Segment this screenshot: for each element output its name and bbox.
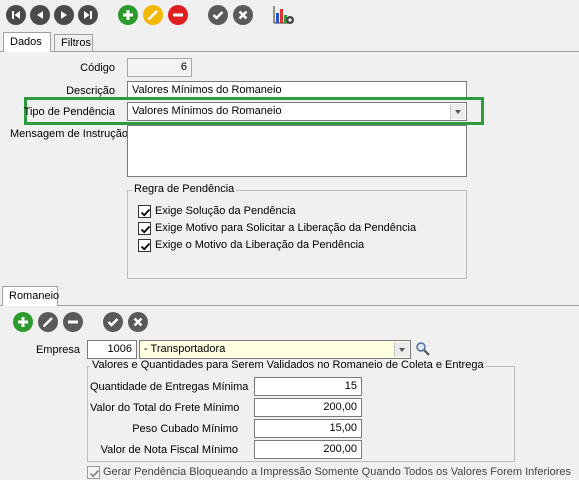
regra-checkbox-2-label: Exige Motivo para Solicitar a Liberação …	[155, 222, 417, 234]
tab-dados[interactable]: Dados	[3, 32, 51, 52]
first-icon	[12, 11, 20, 19]
regra-checkbox-2[interactable]	[138, 222, 151, 235]
confirm-icon	[107, 318, 119, 327]
gerar-checkbox-label: Gerar Pendência Bloqueando a Impressão S…	[103, 466, 571, 478]
edit-icon	[148, 10, 158, 20]
regra-checkbox-1[interactable]	[138, 205, 151, 218]
romaneio-cancel-button[interactable]	[128, 312, 148, 332]
tipo-select[interactable]: Valores Mínimos do Romaneio	[127, 102, 467, 121]
regra-checkbox-1-label: Exige Solução da Pendência	[155, 205, 296, 217]
valores-row-2-input[interactable]: 200,00	[254, 398, 362, 417]
valores-row-1-label: Quantidade de Entregas Mínima	[90, 381, 249, 393]
tab-dados-label: Dados	[10, 36, 42, 48]
romaneio-confirm-button[interactable]	[103, 312, 123, 332]
tab-filtros[interactable]: Filtros	[54, 34, 93, 51]
delete-icon	[173, 13, 183, 17]
next-icon	[61, 11, 67, 19]
last-icon	[84, 11, 92, 19]
romaneio-delete-button[interactable]	[63, 312, 83, 332]
regra-group	[127, 190, 467, 279]
last-record-button[interactable]	[78, 5, 98, 25]
romaneio-add-button[interactable]	[13, 312, 33, 332]
codigo-label: Código	[80, 62, 115, 74]
valores-row-4-input[interactable]: 200,00	[254, 440, 362, 459]
add-icon	[123, 10, 133, 20]
edit-icon	[43, 317, 53, 327]
valores-row-2-label: Valor do Total do Frete Mínimo	[90, 402, 240, 414]
tab-romaneio[interactable]: Romaneio	[2, 286, 60, 306]
codigo-field: 6	[127, 58, 192, 77]
tipo-select-value: Valores Mínimos do Romaneio	[132, 105, 282, 117]
delete-icon	[68, 320, 78, 324]
check-icon	[89, 469, 100, 478]
tipo-dropdown-icon[interactable]	[450, 104, 465, 119]
gerar-checkbox[interactable]	[87, 466, 100, 479]
regra-checkbox-3[interactable]	[138, 239, 151, 252]
first-record-button[interactable]	[6, 5, 26, 25]
romaneio-edit-button[interactable]	[38, 312, 58, 332]
add-button[interactable]	[118, 5, 138, 25]
edit-button[interactable]	[143, 5, 163, 25]
regra-group-title: Regra de Pendência	[132, 183, 237, 195]
tipo-label: Tipo de Pendência	[23, 106, 115, 118]
confirm-icon	[212, 11, 224, 20]
descricao-label: Descrição	[66, 85, 115, 97]
cancel-icon	[133, 317, 143, 327]
valores-row-4-label: Valor de Nota Fiscal Mínimo	[100, 444, 238, 456]
delete-button[interactable]	[168, 5, 188, 25]
valores-row-1-input[interactable]: 15	[254, 377, 362, 396]
tab-romaneio-label: Romaneio	[9, 290, 60, 302]
empresa-dropdown-icon[interactable]	[394, 342, 409, 357]
check-icon	[140, 225, 151, 234]
chart-settings-icon	[273, 6, 294, 24]
empresa-search-button[interactable]	[415, 341, 431, 357]
mensagem-label: Mensagem de Instrução	[10, 128, 129, 140]
chart-settings-button[interactable]	[272, 4, 296, 26]
previous-icon	[37, 11, 43, 19]
empresa-code-input[interactable]: 1006	[87, 340, 137, 359]
search-icon	[416, 342, 430, 356]
valores-row-3-input[interactable]: 15,00	[254, 419, 362, 438]
check-icon	[140, 208, 151, 217]
check-icon	[140, 242, 151, 251]
cancel-button[interactable]	[233, 5, 253, 25]
confirm-button[interactable]	[208, 5, 228, 25]
next-record-button[interactable]	[54, 5, 74, 25]
cancel-icon	[238, 10, 248, 20]
regra-checkbox-3-label: Exige o Motivo da Liberação da Pendência	[155, 239, 365, 251]
mensagem-textarea[interactable]	[127, 125, 467, 177]
add-icon	[18, 317, 28, 327]
tab-filtros-label: Filtros	[61, 37, 91, 49]
valores-group-title: Valores e Quantidades para Serem Validad…	[90, 359, 486, 371]
empresa-select[interactable]: - Transportadora	[139, 340, 411, 359]
empresa-select-value: - Transportadora	[144, 343, 226, 355]
previous-record-button[interactable]	[30, 5, 50, 25]
empresa-label: Empresa	[35, 344, 80, 356]
valores-row-3-label: Peso Cubado Mínimo	[132, 423, 238, 435]
